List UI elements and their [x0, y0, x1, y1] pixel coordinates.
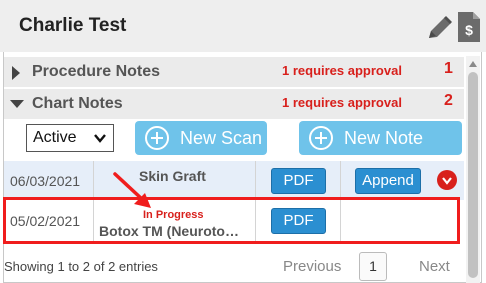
column-divider [340, 161, 341, 200]
patient-name-title: Charlie Test [19, 15, 127, 36]
patient-header: Charlie Test $ [0, 0, 486, 52]
column-divider [93, 161, 94, 200]
section-chart-notes[interactable]: Chart Notes 1 requires approval 2 [4, 89, 464, 119]
svg-text:$: $ [465, 22, 473, 38]
annotation-arrow-icon [113, 172, 151, 208]
append-button[interactable]: Append [355, 168, 421, 194]
section-title: Procedure Notes [32, 63, 161, 80]
expand-down-icon[interactable] [437, 170, 457, 190]
chevron-down-icon [442, 177, 452, 185]
scrollbar-thumb[interactable] [468, 72, 478, 278]
status-filter-value: Active [33, 129, 77, 146]
column-divider [255, 161, 256, 200]
section-title: Chart Notes [32, 95, 123, 112]
approval-notice: 1 requires approval [282, 63, 402, 78]
section-count: 1 [444, 60, 453, 77]
new-note-button[interactable]: New Note [299, 121, 462, 155]
highlight-box [3, 197, 460, 244]
note-date: 06/03/2021 [10, 173, 81, 189]
billing-document-icon[interactable]: $ [457, 11, 481, 43]
pencil-icon[interactable] [425, 14, 455, 42]
pagination-previous[interactable]: Previous [283, 258, 341, 275]
new-note-label: New Note [344, 128, 424, 148]
chevron-down-icon [94, 134, 106, 143]
entries-info: Showing 1 to 2 of 2 entries [4, 259, 158, 274]
status-filter-select[interactable]: Active [26, 124, 114, 152]
section-count: 2 [444, 92, 453, 109]
caret-right-icon [12, 66, 20, 80]
scroll-up-icon[interactable] [468, 60, 478, 68]
new-scan-label: New Scan [180, 128, 263, 148]
pagination-next[interactable]: Next [419, 258, 450, 275]
pagination-page[interactable]: 1 [359, 252, 387, 281]
pdf-button[interactable]: PDF [271, 168, 326, 194]
new-scan-button[interactable]: New Scan [135, 121, 267, 155]
section-procedure-notes[interactable]: Procedure Notes 1 requires approval 1 [4, 57, 464, 87]
approval-notice: 1 requires approval [282, 95, 402, 110]
plus-circle-icon [145, 126, 169, 150]
caret-down-icon [10, 100, 24, 108]
plus-circle-icon [309, 126, 333, 150]
